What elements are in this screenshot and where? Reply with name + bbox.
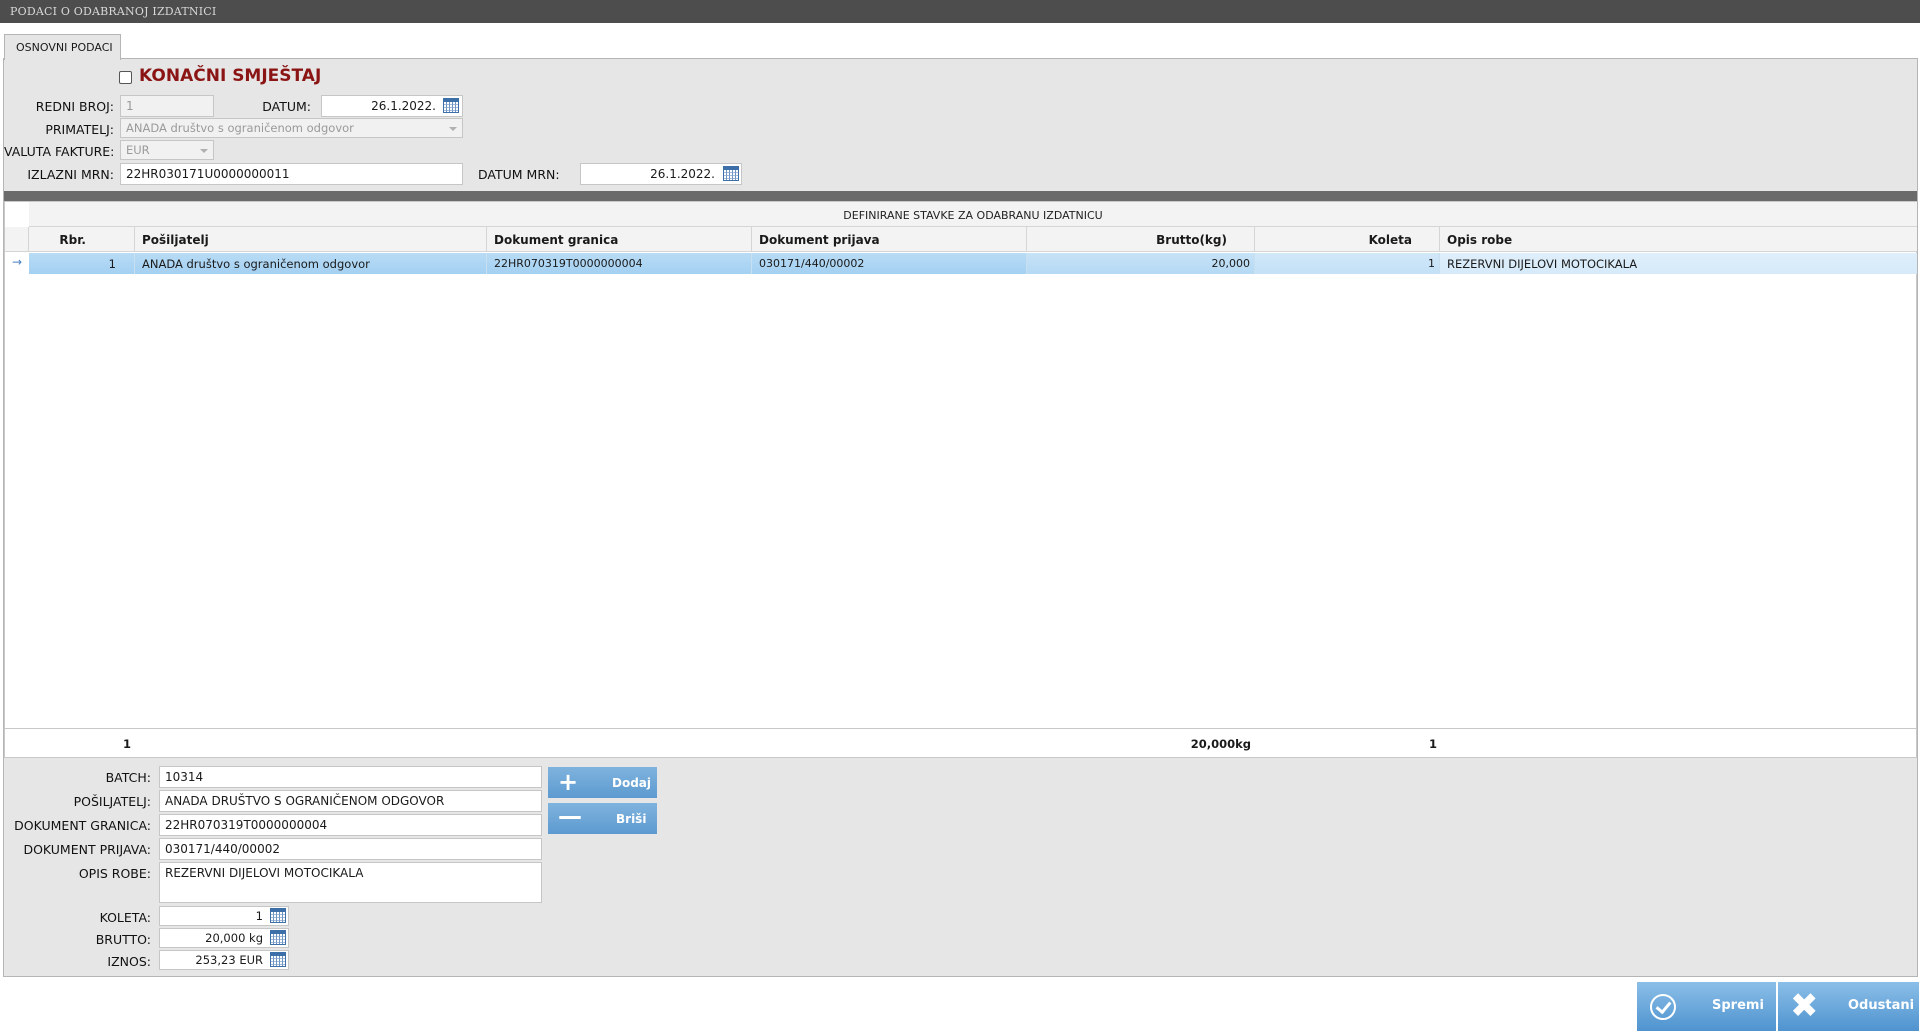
dokument-granica-label: DOKUMENT GRANICA: [14, 818, 151, 833]
valuta-select[interactable]: EUR [120, 140, 214, 160]
chevron-down-icon [200, 149, 208, 153]
plus-icon: + [558, 768, 579, 796]
cell-koleta: 1 [1255, 253, 1440, 274]
posiljatelj-label: POŠILJATELJ: [73, 794, 151, 809]
dodaj-button[interactable]: + Dodaj [548, 767, 657, 798]
opis-robe-label: OPIS ROBE: [78, 866, 151, 881]
izlazni-mrn-input[interactable]: 22HR030171U0000000011 [120, 163, 463, 185]
column-header-brutto[interactable]: Brutto(kg) [1027, 227, 1255, 252]
dodaj-label: Dodaj [612, 776, 652, 790]
footer-brutto-total: 20,000kg [1190, 737, 1251, 751]
valuta-fakture-label: VALUTA FAKTURE: [4, 144, 115, 159]
redni-broj-input[interactable]: 1 [120, 95, 214, 117]
iznos-label: IZNOS: [107, 954, 151, 969]
odustani-button[interactable]: ✖ Odustani [1778, 982, 1919, 1031]
dokument-granica-input[interactable]: 22HR070319T0000000004 [159, 814, 542, 836]
datum-label: DATUM: [262, 99, 311, 114]
brisi-button[interactable]: — Briši [548, 803, 657, 834]
cell-opis-robe: REZERVNI DIJELOVI MOTOCIKALA [1440, 253, 1917, 274]
opis-robe-textarea[interactable]: REZERVNI DIJELOVI MOTOCIKALA [159, 862, 542, 903]
check-circle-icon [1650, 994, 1676, 1020]
column-header-dokument-granica[interactable]: Dokument granica [487, 227, 752, 252]
primatelj-select[interactable]: ANADA društvo s ograničenom odgovor [120, 118, 463, 138]
row-indicator-icon: → [12, 255, 23, 269]
stavke-grid[interactable]: DEFINIRANE STAVKE ZA ODABRANU IZDATNICU … [4, 201, 1917, 757]
primatelj-value: ANADA društvo s ograničenom odgovor [126, 121, 354, 135]
minus-icon: — [558, 802, 582, 830]
spremi-button[interactable]: Spremi [1637, 982, 1776, 1031]
footer-count: 1 [123, 737, 132, 751]
tab-osnovni-podaci[interactable]: OSNOVNI PODACI [4, 34, 121, 60]
dokument-prijava-label: DOKUMENT PRIJAVA: [23, 842, 151, 857]
batch-input[interactable]: 10314 [159, 766, 542, 788]
grid-footer: 1 20,000kg 1 [4, 728, 1917, 758]
brisi-label: Briši [616, 812, 647, 826]
calculator-icon[interactable] [270, 952, 286, 967]
posiljatelj-input[interactable]: ANADA DRUŠTVO S OGRANIČENOM ODGOVOR [159, 790, 542, 812]
column-header-koleta[interactable]: Koleta [1255, 227, 1440, 252]
calendar-icon[interactable] [723, 166, 739, 181]
column-header-posiljatelj[interactable]: Pošiljatelj [135, 227, 487, 252]
header-indicator [5, 227, 29, 252]
dokument-prijava-input[interactable]: 030171/440/00002 [159, 838, 542, 860]
datum-input[interactable]: 26.1.2022. [321, 95, 463, 117]
izlazni-mrn-label: IZLAZNI MRN: [27, 167, 114, 182]
cell-dokument-prijava: 030171/440/00002 [752, 253, 1027, 274]
datum-mrn-label: DATUM MRN: [478, 167, 560, 182]
window-title: PODACI O ODABRANOJ IZDATNICI [0, 0, 1920, 23]
brutto-label: BRUTTO: [95, 932, 151, 947]
calendar-icon[interactable] [443, 98, 459, 113]
redni-broj-label: REDNI BROJ: [35, 99, 114, 114]
batch-label: BATCH: [105, 770, 151, 785]
koleta-label: KOLETA: [99, 910, 151, 925]
spremi-label: Spremi [1712, 998, 1764, 1013]
grid-title: DEFINIRANE STAVKE ZA ODABRANU IZDATNICU [29, 202, 1917, 227]
konacni-smjestaj-label: KONAČNI SMJEŠTAJ [139, 66, 322, 86]
primatelj-label: PRIMATELJ: [45, 122, 114, 137]
cell-brutto: 20,000 [1027, 253, 1255, 274]
grid-header: Rbr. Pošiljatelj Dokument granica Dokume… [5, 227, 1917, 252]
calculator-icon[interactable] [270, 908, 286, 923]
cell-dokument-granica: 22HR070319T0000000004 [487, 253, 752, 274]
cell-posiljatelj: ANADA društvo s ograničenom odgovor [135, 253, 487, 274]
valuta-value: EUR [126, 143, 150, 157]
section-separator [4, 191, 1917, 201]
footer-koleta-total: 1 [1428, 737, 1437, 751]
table-row[interactable]: 1 ANADA društvo s ograničenom odgovor 22… [29, 253, 1917, 274]
odustani-label: Odustani [1848, 998, 1915, 1013]
cell-rbr: 1 [29, 253, 135, 274]
calculator-icon[interactable] [270, 930, 286, 945]
column-header-opis-robe[interactable]: Opis robe [1440, 227, 1917, 252]
close-icon: ✖ [1790, 986, 1819, 1026]
column-header-dokument-prijava[interactable]: Dokument prijava [752, 227, 1027, 252]
datum-mrn-input[interactable]: 26.1.2022. [580, 163, 742, 185]
column-header-rbr[interactable]: Rbr. [29, 227, 135, 252]
konacni-smjestaj-checkbox[interactable] [119, 71, 132, 84]
chevron-down-icon [449, 127, 457, 131]
